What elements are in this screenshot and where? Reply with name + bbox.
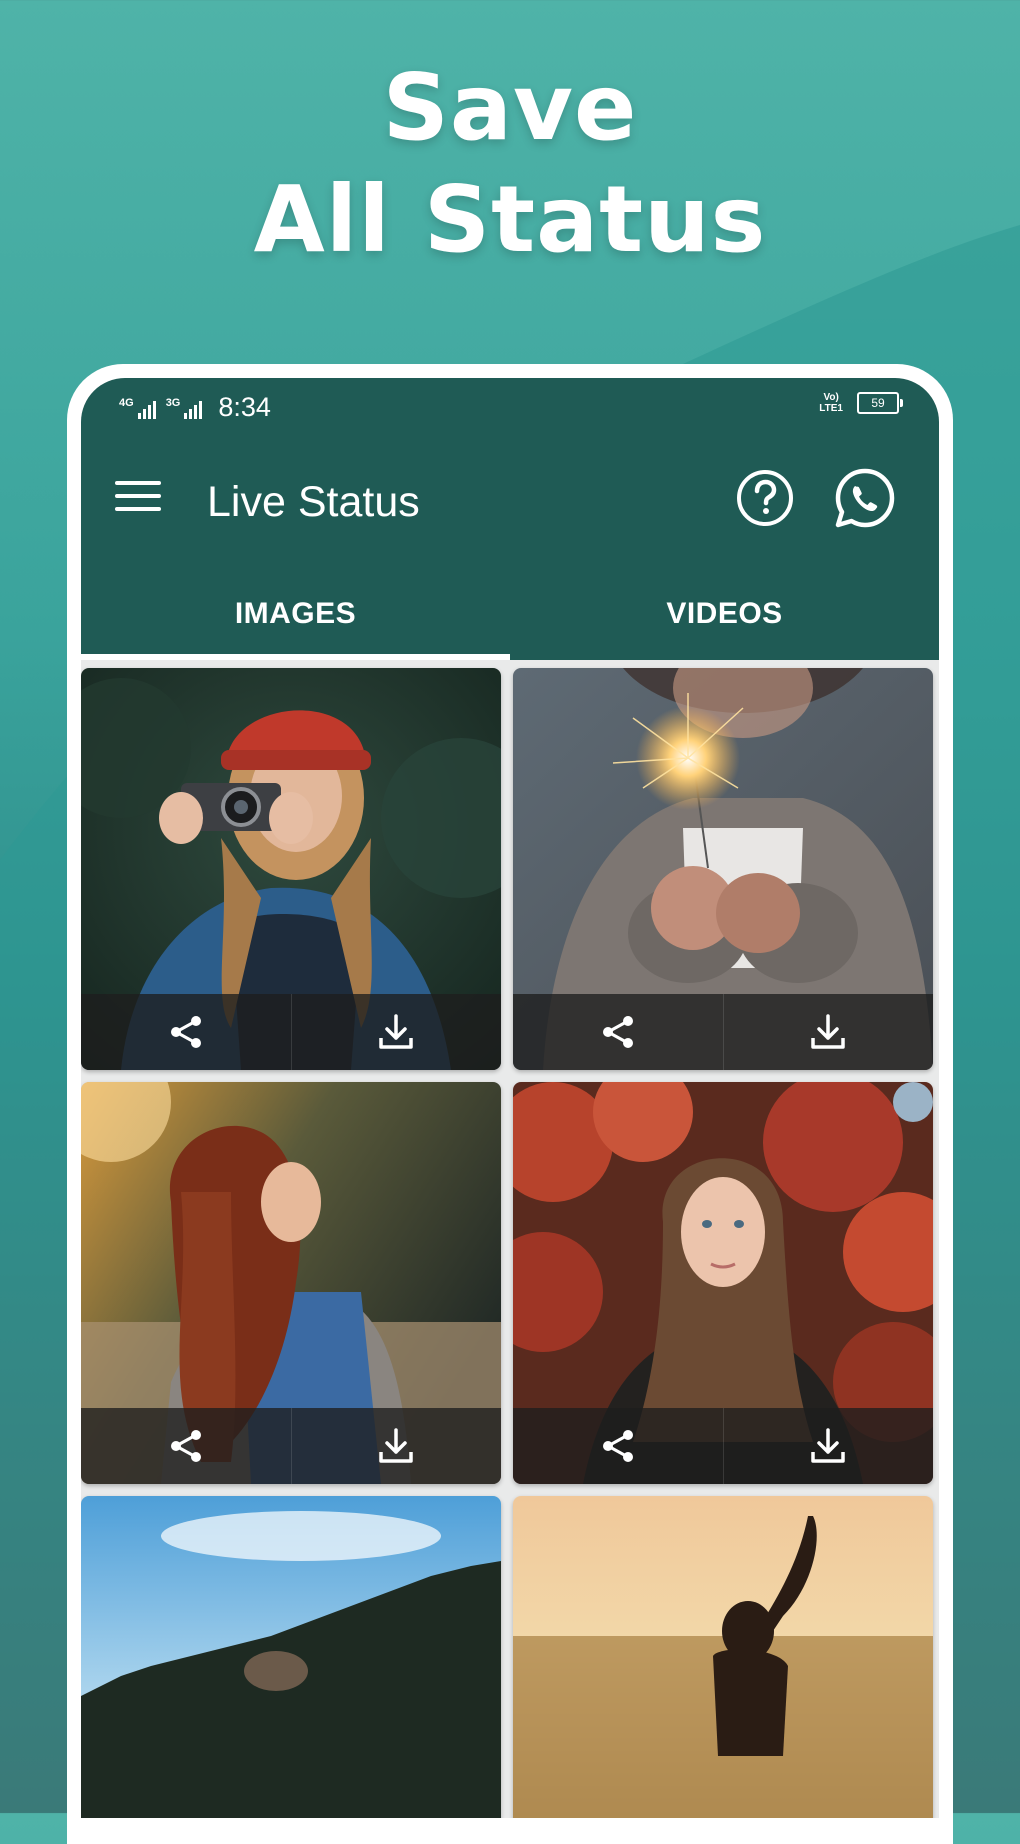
status-card[interactable] [81, 1496, 501, 1818]
app-title: Live Status [207, 478, 420, 526]
hamburger-menu-icon[interactable] [115, 481, 161, 515]
sim1-network-type: 4G [119, 396, 134, 409]
promo-line-2: All Status [253, 166, 767, 273]
sim2-network-type: 3G [165, 396, 181, 409]
question-circle-icon[interactable] [735, 468, 795, 528]
whatsapp-icon[interactable] [833, 466, 897, 530]
share-button[interactable] [81, 1408, 291, 1484]
card-action-bar [513, 994, 933, 1070]
promo-line-1: Save [382, 54, 638, 161]
volte-line-2: LTE1 [819, 403, 843, 414]
clock: 8:34 [218, 392, 271, 422]
share-icon [602, 1430, 633, 1462]
status-photo[interactable] [81, 1496, 501, 1818]
status-card[interactable] [81, 1082, 501, 1484]
tab-bar: IMAGES VIDEOS [81, 568, 939, 660]
card-action-bar [513, 1408, 933, 1484]
download-button[interactable] [290, 1408, 502, 1484]
phone-screen: 4G 3G 8:34 Vo) LTE1 59 Live Status IMAGE… [81, 378, 939, 1818]
status-bar: 4G 3G 8:34 Vo) LTE1 59 [81, 378, 939, 434]
tab-indicator [81, 654, 510, 660]
volte-icon: Vo) LTE1 [819, 392, 843, 414]
volte-line-1: Vo) [823, 392, 839, 403]
download-icon [811, 1014, 845, 1049]
download-button[interactable] [722, 994, 934, 1070]
status-card[interactable] [81, 668, 501, 1070]
share-button[interactable] [513, 1408, 723, 1484]
share-icon [170, 1016, 201, 1048]
share-button[interactable] [513, 994, 723, 1070]
phone-frame: 4G 3G 8:34 Vo) LTE1 59 Live Status IMAGE… [67, 364, 953, 1844]
status-bar-left: 4G 3G 8:34 [119, 392, 271, 423]
download-icon [379, 1428, 413, 1463]
share-icon [170, 1430, 201, 1462]
download-icon [379, 1014, 413, 1049]
status-photo[interactable] [513, 1496, 933, 1818]
card-action-bar [81, 1408, 501, 1484]
download-icon [811, 1428, 845, 1463]
status-card[interactable] [513, 1082, 933, 1484]
tab-images[interactable]: IMAGES [81, 568, 510, 660]
app-bar: Live Status [81, 434, 939, 568]
card-action-bar [81, 994, 501, 1070]
share-icon [602, 1016, 633, 1048]
tab-videos[interactable]: VIDEOS [510, 568, 939, 660]
share-button[interactable] [81, 994, 291, 1070]
download-button[interactable] [722, 1408, 934, 1484]
promo-headline: Save All Status [0, 52, 1020, 276]
download-button[interactable] [290, 994, 502, 1070]
battery-icon: 59 [857, 392, 903, 414]
status-card[interactable] [513, 1496, 933, 1818]
signal-sim1-icon: 4G [119, 397, 156, 419]
status-bar-right: Vo) LTE1 59 [819, 392, 903, 414]
signal-sim2-icon: 3G [166, 397, 203, 419]
status-card[interactable] [513, 668, 933, 1070]
